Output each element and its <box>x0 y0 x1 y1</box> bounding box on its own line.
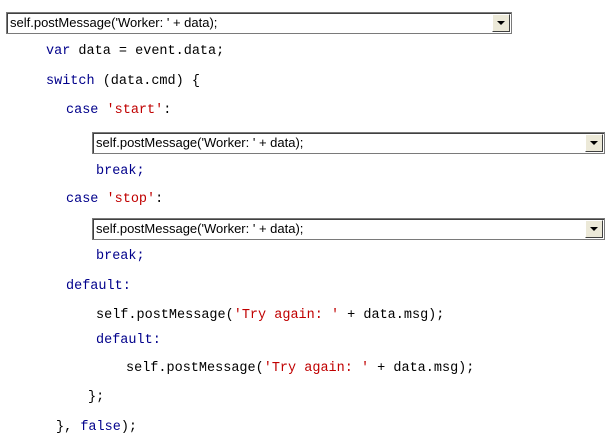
code-line-break-1: break; <box>96 164 145 179</box>
code-option-select-3-value: self.postMessage('Worker: ' + data); <box>96 221 304 236</box>
code-line-case-stop: case 'stop': <box>66 192 164 207</box>
code-line-default-2: default: <box>96 333 161 348</box>
code-option-select-2[interactable]: self.postMessage('Worker: ' + data); <box>92 132 605 154</box>
code-line-close-2: }, false); <box>56 420 138 435</box>
chevron-down-icon <box>497 21 505 25</box>
code-line-case-start: case 'start': <box>66 103 172 118</box>
code-line-default-1: default: <box>66 279 131 294</box>
code-option-select-3-button[interactable] <box>585 220 603 238</box>
code-line-post-2: self.postMessage('Try again: ' + data.ms… <box>126 361 475 376</box>
code-line-post-1: self.postMessage('Try again: ' + data.ms… <box>96 308 445 323</box>
chevron-down-icon <box>590 141 598 145</box>
chevron-down-icon <box>590 227 598 231</box>
code-option-select-2-button[interactable] <box>585 134 603 152</box>
code-option-select-1-button[interactable] <box>492 14 510 32</box>
code-option-select-1-value: self.postMessage('Worker: ' + data); <box>10 15 218 30</box>
code-line-close-1: }; <box>88 390 105 405</box>
code-option-select-2-value: self.postMessage('Worker: ' + data); <box>96 135 304 150</box>
code-line-var: var data = event.data; <box>46 44 225 59</box>
code-line-switch: switch (data.cmd) { <box>46 74 200 89</box>
code-option-select-3[interactable]: self.postMessage('Worker: ' + data); <box>92 218 605 240</box>
code-line-break-2: break; <box>96 249 145 264</box>
code-option-select-1[interactable]: self.postMessage('Worker: ' + data); <box>6 12 512 34</box>
